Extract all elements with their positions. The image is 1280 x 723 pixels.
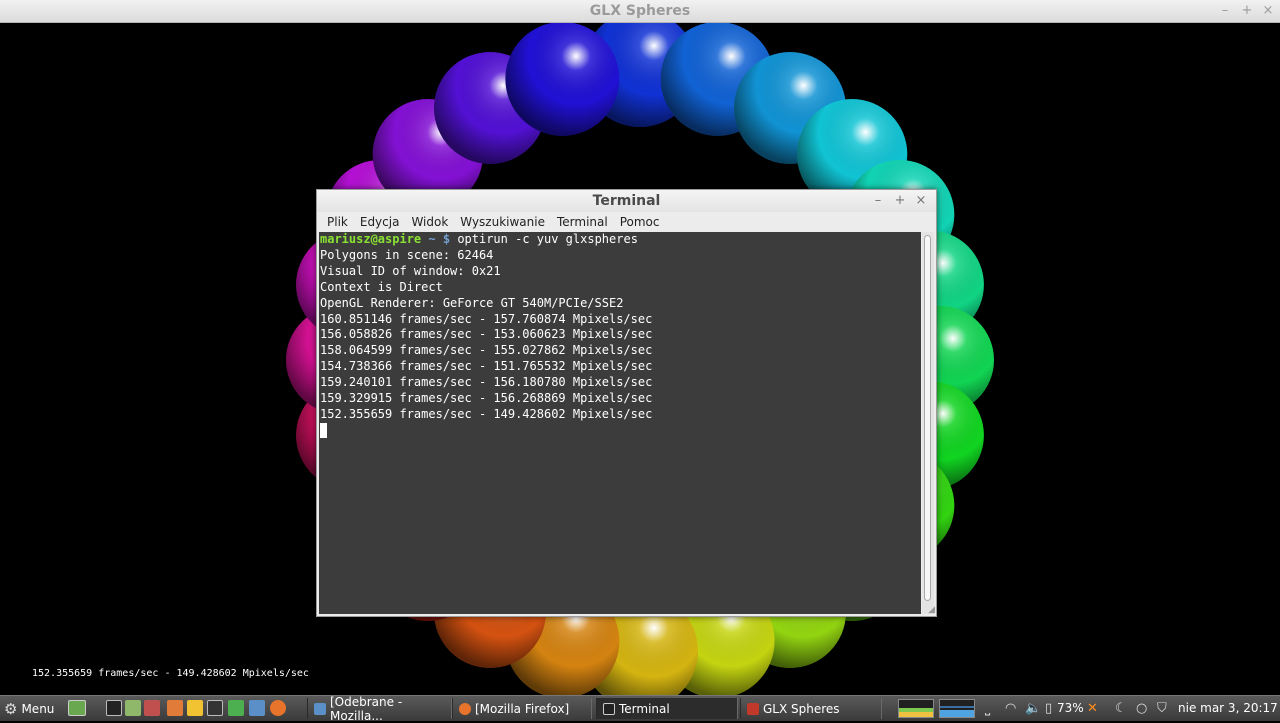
resize-grip-icon[interactable]: ◢ bbox=[928, 605, 935, 615]
workspace-icon[interactable]: ⎵ bbox=[985, 701, 990, 716]
fps-overlay-text: 152.355659 frames/sec - 149.428602 Mpixe… bbox=[32, 668, 309, 679]
chat-launcher-icon[interactable] bbox=[228, 700, 244, 716]
menu-edycja[interactable]: Edycja bbox=[354, 212, 406, 232]
monitor-launcher-icon[interactable] bbox=[207, 700, 223, 716]
terminal-minimize-icon[interactable]: – bbox=[871, 193, 885, 208]
memory-graph bbox=[939, 699, 975, 718]
terminal-titlebar[interactable]: Terminal – + × bbox=[317, 190, 936, 212]
notes-launcher-icon[interactable] bbox=[187, 700, 203, 716]
minimize-icon[interactable]: – bbox=[1218, 3, 1232, 18]
clock[interactable]: nie mar 3, 20:17 bbox=[1178, 701, 1278, 715]
battery-icon[interactable]: ▯ bbox=[1045, 701, 1052, 716]
scrollbar-thumb[interactable] bbox=[924, 235, 931, 601]
settings-launcher-icon[interactable] bbox=[167, 700, 183, 716]
close-icon[interactable]: × bbox=[1261, 3, 1275, 18]
terminal-maximize-icon[interactable]: + bbox=[893, 193, 907, 208]
menu-plik[interactable]: Plik bbox=[321, 212, 354, 232]
wifi-icon[interactable]: ◠ bbox=[1005, 701, 1016, 716]
task-label: GLX Spheres bbox=[763, 701, 840, 716]
glx-window-title: GLX Spheres bbox=[589, 3, 691, 19]
output-line: 160.851146 frames/sec - 157.760874 Mpixe… bbox=[320, 311, 653, 326]
files-launcher-icon[interactable] bbox=[125, 700, 141, 716]
maximize-icon[interactable]: + bbox=[1240, 3, 1254, 18]
firefox-launcher-icon[interactable] bbox=[270, 700, 286, 716]
output-line: OpenGL Renderer: GeForce GT 540M/PCIe/SS… bbox=[320, 295, 624, 310]
mail-icon bbox=[314, 702, 326, 715]
terminal-icon bbox=[603, 702, 615, 715]
gear-icon: ⚙ bbox=[4, 700, 18, 718]
sphere-highlight bbox=[505, 23, 620, 136]
show-desktop-icon[interactable] bbox=[68, 700, 86, 716]
output-line: 152.355659 frames/sec - 149.428602 Mpixe… bbox=[320, 406, 653, 421]
task-mozilla-firefox[interactable]: [Mozilla Firefox] bbox=[452, 698, 592, 719]
command-text: optirun -c yuv glxspheres bbox=[457, 232, 638, 246]
terminal-screen[interactable]: mariusz@aspire ~ $ optirun -c yuv glxsph… bbox=[319, 232, 921, 614]
search-icon[interactable]: ○ bbox=[1136, 701, 1147, 716]
night-mode-icon[interactable]: ☾ bbox=[1115, 701, 1127, 716]
taskbar: ⚙ Menu [Odebrane - Mozilla... [Mozilla F… bbox=[0, 695, 1280, 723]
task-glx-spheres[interactable]: GLX Spheres bbox=[740, 698, 882, 719]
menu-button[interactable]: ⚙ Menu bbox=[4, 700, 54, 718]
terminal-title: Terminal bbox=[592, 193, 661, 209]
prompt-user: mariusz@aspire bbox=[320, 232, 422, 246]
volume-icon[interactable]: 🔈 bbox=[1025, 701, 1041, 716]
pidgin-icon[interactable]: ✕ bbox=[1087, 701, 1098, 716]
cpu-graph bbox=[898, 699, 934, 718]
menu-wyszukiwanie[interactable]: Wyszukiwanie bbox=[454, 212, 551, 232]
output-line: 159.240101 frames/sec - 156.180780 Mpixe… bbox=[320, 375, 653, 390]
output-line: 156.058826 frames/sec - 153.060623 Mpixe… bbox=[320, 327, 653, 342]
output-line: 154.738366 frames/sec - 151.765532 Mpixe… bbox=[320, 359, 653, 374]
terminal-menubar: Plik Edycja Widok Wyszukiwanie Terminal … bbox=[321, 212, 665, 232]
menu-widok[interactable]: Widok bbox=[405, 212, 454, 232]
task-label: Terminal bbox=[619, 701, 670, 716]
menu-label: Menu bbox=[21, 702, 55, 716]
battery-percentage: 73% bbox=[1057, 701, 1084, 715]
glx-window-titlebar[interactable]: GLX Spheres – + × bbox=[0, 0, 1280, 23]
terminal-launcher-icon[interactable] bbox=[106, 700, 122, 716]
prompt-path: ~ $ bbox=[428, 232, 451, 246]
firefox-icon bbox=[459, 702, 471, 715]
output-line: Polygons in scene: 62464 bbox=[320, 247, 494, 262]
menu-terminal[interactable]: Terminal bbox=[551, 212, 614, 232]
shield-icon[interactable]: ⛉ bbox=[1157, 701, 1167, 716]
terminal-window[interactable]: Terminal – + × Plik Edycja Widok Wyszuki… bbox=[316, 189, 937, 617]
output-line: Visual ID of window: 0x21 bbox=[320, 263, 501, 278]
output-line: Context is Direct bbox=[320, 279, 443, 294]
terminal-close-icon[interactable]: × bbox=[914, 193, 928, 208]
task-label: [Odebrane - Mozilla... bbox=[330, 694, 403, 723]
glx-icon bbox=[747, 702, 759, 715]
terminal-scrollbar[interactable] bbox=[922, 232, 934, 614]
text-cursor bbox=[320, 422, 327, 438]
network-launcher-icon[interactable] bbox=[249, 700, 265, 716]
output-line: 158.064599 frames/sec - 155.027862 Mpixe… bbox=[320, 343, 653, 358]
output-line: 159.329915 frames/sec - 156.268869 Mpixe… bbox=[320, 391, 653, 406]
terminal-output: mariusz@aspire ~ $ optirun -c yuv glxsph… bbox=[320, 232, 652, 439]
menu-pomoc[interactable]: Pomoc bbox=[614, 212, 666, 232]
task-label: [Mozilla Firefox] bbox=[475, 701, 570, 716]
app-launcher-icon[interactable] bbox=[144, 700, 160, 716]
task-odebrane-mozilla[interactable]: [Odebrane - Mozilla... bbox=[307, 695, 452, 723]
task-terminal[interactable]: Terminal bbox=[596, 698, 738, 719]
